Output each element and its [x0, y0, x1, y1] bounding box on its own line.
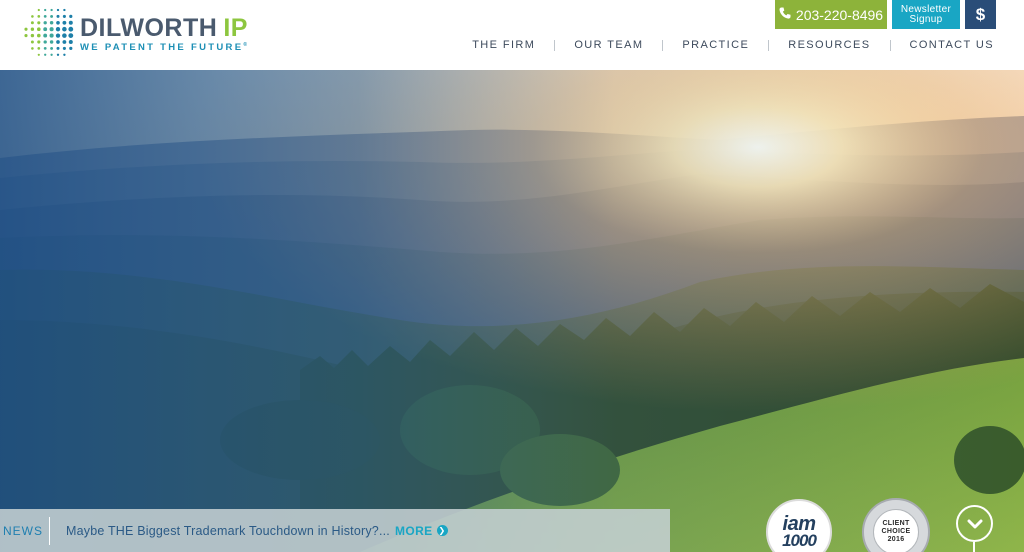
logo-dot [43, 15, 47, 18]
iam-badge-line2: 1000 [782, 531, 817, 550]
logo-dot [31, 15, 34, 18]
logo-name: DILWORTH IP [80, 14, 248, 42]
logo-dot [55, 33, 61, 38]
logo-dot [56, 46, 60, 50]
logo-dot [62, 26, 67, 32]
logo-dot [44, 53, 47, 56]
phone-icon [779, 7, 791, 23]
logo-dot [62, 40, 67, 44]
logo-dot [43, 47, 47, 50]
client-choice-seal: CLIENT CHOICE 2016 [873, 509, 919, 552]
logo-dot [62, 14, 66, 18]
nav-item-the-firm[interactable]: THE FIRM [472, 39, 535, 51]
nav-divider [768, 39, 770, 51]
logo-dot [49, 33, 54, 38]
nav-item-contact-us[interactable]: CONTACT US [910, 39, 995, 51]
logo-dot [56, 8, 60, 12]
logo-dot [43, 27, 48, 32]
more-label: MORE [394, 523, 433, 538]
logo-dot [37, 53, 40, 56]
chevron-right-circle-icon: ❯ [436, 525, 448, 536]
hero-image [0, 70, 1024, 552]
news-ticker: NEWS Maybe THE Biggest Trademark Touchdo… [0, 509, 670, 552]
phone-number: 203-220-8496 [795, 6, 884, 23]
logo-dot [62, 20, 67, 25]
logo-dot [49, 40, 54, 44]
logo-dot [24, 27, 28, 31]
logo-dot [49, 21, 54, 25]
logo-dot [50, 46, 54, 50]
logo-dot [68, 33, 74, 38]
logo-tagline: WE PATENT THE FUTURE® [80, 42, 248, 53]
logo-dot [24, 34, 28, 38]
logo-dot [37, 8, 40, 12]
logo-dot [50, 53, 53, 56]
logo-dot [37, 15, 41, 18]
logo-dot [69, 14, 73, 18]
logo-dot [43, 33, 48, 38]
client-choice-line1: CLIENT [882, 520, 910, 527]
ticker-divider [49, 516, 50, 545]
nav-item-practice[interactable]: PRACTICE [682, 39, 749, 51]
client-choice-line2: CHOICE [881, 528, 911, 535]
logo-dots-icon [24, 8, 74, 56]
logo-dot [69, 46, 73, 51]
logo-dot [56, 14, 60, 18]
logo-dot [62, 33, 67, 38]
logo-dot [63, 8, 66, 12]
site-logo[interactable]: DILWORTH IP WE PATENT THE FUTURE® [22, 6, 252, 60]
logo-dot [37, 21, 41, 25]
logo-dot [30, 21, 34, 25]
logo-dot [37, 40, 41, 44]
client-choice-year: 2016 [887, 536, 905, 543]
more-link[interactable]: MORE ❯ [395, 524, 448, 538]
logo-dot [50, 8, 53, 12]
logo-dot [37, 27, 41, 32]
scroll-indicator-line [973, 542, 975, 552]
nav-divider [662, 39, 664, 51]
logo-dot [37, 47, 41, 50]
logo-dot [30, 27, 35, 31]
logo-dot [68, 26, 74, 32]
site-header: DILWORTH IP WE PATENT THE FUTURE® 203-220… [0, 0, 1024, 70]
logo-dot [56, 20, 60, 25]
news-headline-link[interactable]: Maybe THE Biggest Trademark Touchdown in… [66, 524, 390, 538]
nav-divider [889, 39, 891, 51]
main-nav: THE FIRM OUR TEAM PRACTICE RESOURCES CON… [472, 39, 994, 51]
dollar-icon: $ [975, 4, 986, 24]
logo-dot [31, 47, 34, 50]
phone-button[interactable]: 203-220-8496 [775, 0, 887, 29]
logo-dot [44, 8, 47, 12]
logo-dot [43, 40, 47, 44]
nav-divider [554, 39, 556, 51]
logo-dot [62, 46, 66, 50]
logo-dot [56, 53, 60, 56]
logo-dot [37, 33, 41, 38]
logo-dot [30, 40, 34, 44]
logo-dot [56, 40, 60, 44]
logo-dot [43, 21, 47, 25]
nav-item-our-team[interactable]: OUR TEAM [574, 39, 643, 51]
newsletter-signup-button[interactable]: Newsletter Signup [892, 0, 960, 29]
chevron-down-icon [967, 519, 982, 528]
scroll-down-button[interactable] [956, 505, 993, 542]
mountain-landscape-image [0, 70, 1024, 552]
logo-dot [68, 20, 73, 25]
logo-dot [55, 27, 61, 32]
logo-dot [30, 33, 35, 38]
payment-button[interactable]: $ [965, 0, 996, 29]
news-label: NEWS [3, 523, 43, 538]
logo-dot [49, 27, 54, 32]
logo-dot [50, 14, 54, 18]
logo-dot [68, 40, 73, 44]
logo-dot [63, 53, 66, 56]
nav-item-resources[interactable]: RESOURCES [788, 39, 870, 51]
